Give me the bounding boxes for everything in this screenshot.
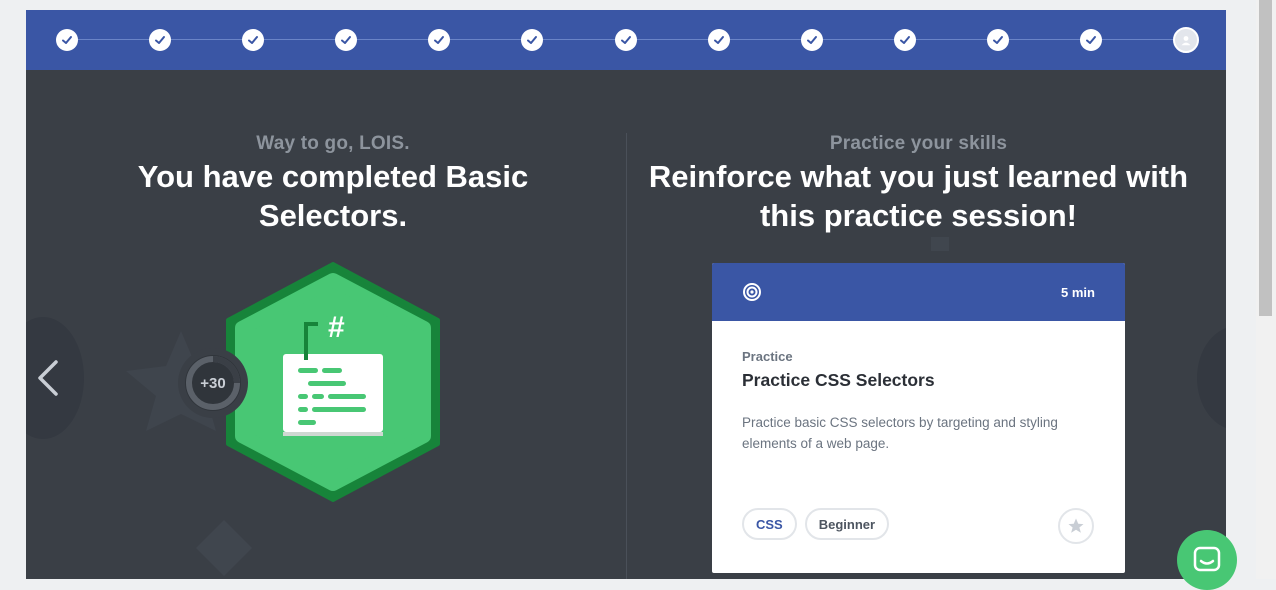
progress-step-completed[interactable]	[149, 29, 171, 51]
progress-step-completed[interactable]	[521, 29, 543, 51]
card-body: Practice Practice CSS Selectors Practice…	[712, 321, 1125, 454]
target-icon	[743, 283, 761, 301]
svg-text:#: #	[328, 311, 345, 344]
card-description: Practice basic CSS selectors by targetin…	[742, 415, 1058, 451]
progress-step-completed[interactable]	[242, 29, 264, 51]
progress-step-completed[interactable]	[708, 29, 730, 51]
practice-session-card[interactable]: 5 min Practice Practice CSS Selectors Pr…	[712, 263, 1125, 573]
check-icon	[621, 36, 631, 44]
user-avatar-icon	[1181, 36, 1191, 46]
star-icon	[1068, 518, 1084, 533]
tag-css[interactable]: CSS	[742, 508, 797, 540]
previous-slide-button[interactable]	[26, 317, 84, 439]
lesson-progress-bar	[26, 10, 1226, 70]
card-header: 5 min	[712, 263, 1125, 321]
completion-headline: You have completed Basic Selectors.	[137, 159, 529, 233]
check-icon	[527, 36, 537, 44]
card-kicker: Practice	[742, 349, 793, 364]
background-diamond-shape	[196, 520, 252, 576]
progress-step-completed[interactable]	[894, 29, 916, 51]
check-icon	[807, 36, 817, 44]
check-icon	[1086, 36, 1096, 44]
xp-points-label: +30	[200, 374, 226, 392]
progress-step-completed[interactable]	[987, 29, 1009, 51]
check-icon	[248, 36, 258, 44]
check-icon	[900, 36, 910, 44]
practice-message: Practice your skills Reinforce what you …	[648, 133, 1189, 235]
practice-eyebrow: Practice your skills	[829, 133, 1008, 154]
check-icon	[341, 36, 351, 44]
completion-message: Way to go, LOIS. You have completed Basi…	[96, 133, 570, 235]
page-scrollbar-thumb[interactable]	[1259, 0, 1272, 316]
favorite-button[interactable]	[1058, 508, 1094, 544]
column-divider	[626, 133, 627, 579]
progress-step-completed[interactable]	[56, 29, 78, 51]
check-icon	[434, 36, 444, 44]
chat-icon	[1193, 546, 1221, 572]
card-tags: CSS Beginner	[742, 508, 890, 540]
progress-step-completed[interactable]	[335, 29, 357, 51]
card-duration: 5 min	[1061, 284, 1095, 300]
code-hashtag-badge-icon: #	[226, 262, 440, 502]
next-slide-button[interactable]	[1197, 326, 1226, 430]
practice-headline: Reinforce what you just learned with thi…	[648, 159, 1189, 233]
tag-beginner[interactable]: Beginner	[804, 508, 890, 540]
progress-step-completed[interactable]	[615, 29, 637, 51]
check-icon	[155, 36, 165, 44]
check-icon	[993, 36, 1003, 44]
progress-step-current[interactable]	[1173, 27, 1199, 53]
card-title[interactable]: Practice CSS Selectors	[742, 370, 1095, 391]
progress-step-completed[interactable]	[1080, 29, 1102, 51]
progress-step-completed[interactable]	[801, 29, 823, 51]
background-small-shape	[931, 237, 949, 251]
check-icon	[62, 36, 72, 44]
chat-launcher-button[interactable]	[1177, 530, 1237, 590]
lesson-complete-panel: Way to go, LOIS. You have completed Basi…	[26, 10, 1226, 579]
progress-step-completed[interactable]	[428, 29, 450, 51]
completion-eyebrow: Way to go, LOIS.	[256, 133, 410, 154]
chevron-left-icon	[38, 360, 58, 396]
check-icon	[714, 36, 724, 44]
